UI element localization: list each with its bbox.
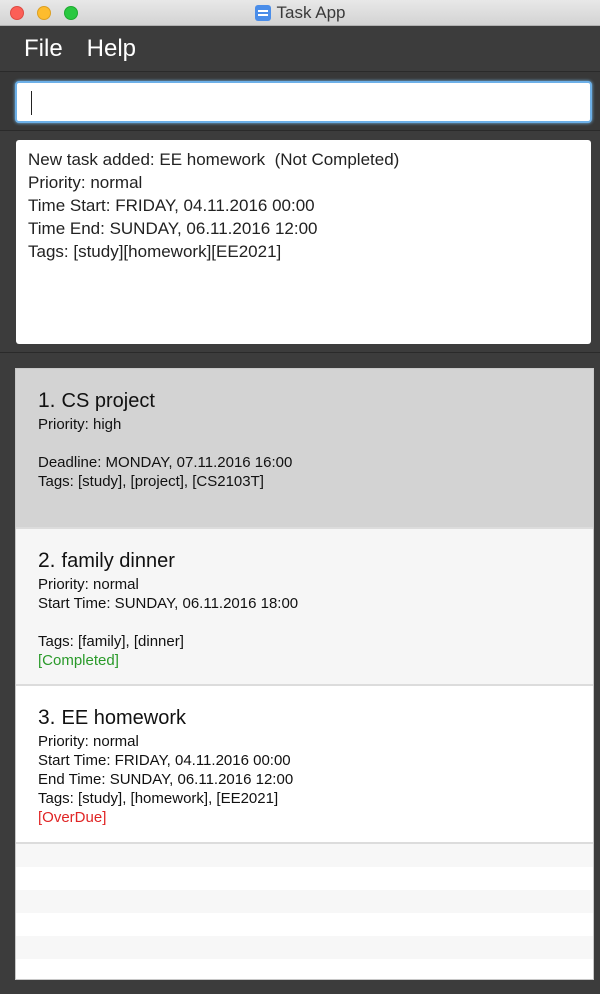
task-priority: Priority: high: [38, 416, 122, 433]
task-name: CS project: [61, 390, 155, 412]
task-status: [OverDue]: [38, 809, 107, 826]
task-index: 1.: [38, 389, 56, 412]
task-list-area: 1. CS project Priority: high Deadline: M…: [0, 354, 600, 994]
result-line: Time Start: FRIDAY, 04.11.2016 00:00: [28, 196, 315, 215]
task-start-time: Start Time: FRIDAY, 04.11.2016 00:00: [38, 752, 291, 769]
task-tags: Tags: [study], [homework], [EE2021]: [38, 790, 279, 807]
empty-list-row: [16, 936, 593, 959]
menu-file[interactable]: File: [24, 35, 63, 63]
task-status: [Completed]: [38, 652, 119, 669]
task-card-header: 3. EE homework: [38, 706, 571, 730]
task-list[interactable]: 1. CS project Priority: high Deadline: M…: [15, 368, 594, 980]
task-card[interactable]: 2. family dinner Priority: normal Start …: [16, 529, 593, 686]
menu-help[interactable]: Help: [87, 35, 136, 63]
task-start-time: [38, 434, 571, 453]
result-line: Time End: SUNDAY, 06.11.2016 12:00: [28, 219, 318, 238]
task-tags: Tags: [family], [dinner]: [38, 633, 184, 650]
task-card-header: 2. family dinner: [38, 549, 571, 573]
task-name: EE homework: [61, 707, 187, 729]
task-priority: Priority: normal: [38, 733, 139, 750]
task-card[interactable]: 3. EE homework Priority: normal Start Ti…: [16, 686, 593, 844]
command-box-area: [0, 71, 600, 131]
task-card-header: 1. CS project: [38, 389, 571, 413]
task-tags: Tags: [study], [project], [CS2103T]: [38, 473, 264, 490]
result-line: New task added: EE homework (Not Complet…: [28, 150, 400, 169]
result-line: Tags: [study][homework][EE2021]: [28, 242, 282, 261]
empty-list-row: [16, 913, 593, 936]
task-deadline: Deadline: MONDAY, 07.11.2016 16:00: [38, 454, 293, 471]
window-title-group: Task App: [0, 0, 600, 26]
task-index: 3.: [38, 706, 56, 729]
window-title: Task App: [276, 3, 346, 22]
result-line: Priority: normal: [28, 173, 143, 192]
title-bar: Task App: [0, 0, 600, 26]
result-display[interactable]: New task added: EE homework (Not Complet…: [16, 140, 591, 344]
task-end-time: End Time: SUNDAY, 06.11.2016 12:00: [38, 771, 294, 788]
command-input[interactable]: [15, 81, 592, 123]
task-priority: Priority: normal: [38, 576, 139, 593]
empty-list-row: [16, 890, 593, 913]
app-icon: [254, 5, 271, 21]
menu-bar: File Help: [0, 27, 600, 71]
empty-list-row: [16, 844, 593, 867]
task-name: family dinner: [61, 550, 175, 572]
empty-list-row: [16, 867, 593, 890]
task-card[interactable]: 1. CS project Priority: high Deadline: M…: [16, 369, 593, 529]
task-end-time: [38, 613, 571, 632]
text-caret: [31, 91, 32, 115]
empty-list-row: [16, 959, 593, 979]
task-start-time: Start Time: SUNDAY, 06.11.2016 18:00: [38, 595, 299, 612]
task-index: 2.: [38, 549, 56, 572]
result-display-area: New task added: EE homework (Not Complet…: [0, 131, 600, 353]
